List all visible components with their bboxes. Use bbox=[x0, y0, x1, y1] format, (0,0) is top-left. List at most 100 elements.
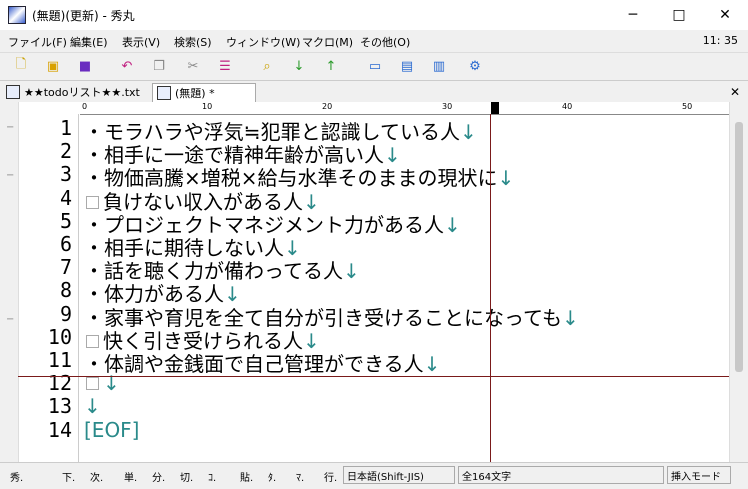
fold-gutter: − − − bbox=[0, 102, 19, 462]
document-icon bbox=[157, 86, 171, 100]
newline-marker: ↓ bbox=[343, 259, 360, 284]
newline-marker: ↓ bbox=[459, 120, 477, 144]
full-width-space-marker bbox=[86, 377, 99, 391]
title-bar: (無題)(更新) - 秀丸 ─ □ ✕ bbox=[0, 0, 748, 30]
status-bar: 秀. 下. 次. 単. 分. 切. ｺ. 貼. ﾀ. ﾏ. 行. 日本語(Shi… bbox=[0, 462, 748, 489]
line-number: 10 bbox=[47, 324, 72, 349]
line-number: 2 bbox=[59, 139, 72, 164]
status-btn-line[interactable]: 行. bbox=[324, 469, 337, 484]
line-number: 12 bbox=[47, 371, 72, 396]
line-number: 1 bbox=[59, 116, 72, 140]
ruler-tick: 0 bbox=[82, 102, 88, 111]
maximize-button[interactable]: □ bbox=[656, 0, 702, 30]
copy-icon[interactable]: ❐ bbox=[150, 57, 168, 75]
encoding-indicator[interactable]: 日本語(Shift-JIS) bbox=[343, 466, 455, 484]
full-width-space-marker bbox=[86, 195, 99, 209]
open-folder-icon[interactable]: ▣ bbox=[44, 57, 62, 75]
close-button[interactable]: ✕ bbox=[702, 0, 748, 30]
ruler-tick: 20 bbox=[322, 102, 333, 111]
close-tab-icon[interactable]: ✕ bbox=[730, 85, 740, 99]
hidemaru-app-icon[interactable] bbox=[8, 6, 26, 24]
line-number: 13 bbox=[47, 394, 72, 419]
toolbar: 🗋 ▣ ■ ↶ ❐ ✂ ☰ ⌕ ↓ ↑ ▭ ▤ ▥ ⚙ bbox=[0, 52, 748, 79]
newline-marker: ↓ bbox=[497, 166, 515, 191]
save-icon[interactable]: ■ bbox=[76, 57, 94, 75]
text-line[interactable]: [EOF] bbox=[84, 418, 140, 442]
ruler-tick: 50 bbox=[682, 102, 693, 111]
cursor-column-guide bbox=[490, 114, 491, 462]
ruler-tick: 30 bbox=[442, 102, 453, 111]
newline-marker: ↓ bbox=[444, 212, 461, 237]
menu-other[interactable]: その他(O) bbox=[360, 34, 410, 50]
paste-icon[interactable]: ☰ bbox=[216, 57, 234, 75]
menu-file[interactable]: ファイル(F) bbox=[8, 34, 67, 50]
newline-marker: ↓ bbox=[423, 352, 441, 376]
status-btn-hide[interactable]: 秀. bbox=[10, 469, 23, 484]
text-line[interactable]: ↓ bbox=[84, 394, 101, 418]
text-line[interactable]: ↓ bbox=[84, 371, 120, 395]
scrollbar-thumb[interactable] bbox=[735, 122, 743, 372]
newline-marker: ↓ bbox=[562, 305, 579, 330]
window-title: (無題)(更新) - 秀丸 bbox=[32, 9, 135, 23]
char-count: 全164文字 bbox=[458, 466, 664, 484]
line-number: 6 bbox=[59, 232, 72, 256]
status-btn-next[interactable]: 次. bbox=[90, 469, 103, 484]
menu-edit[interactable]: 編集(E) bbox=[70, 34, 108, 50]
status-btn-copy[interactable]: ｺ. bbox=[208, 469, 216, 484]
editor-area[interactable]: − − − 0 10 20 30 40 50 1 ・モラハラや浮気≒犯罪と認識して… bbox=[0, 102, 748, 462]
fold-marker-icon[interactable]: − bbox=[6, 314, 14, 325]
new-file-icon[interactable]: 🗋 bbox=[12, 57, 30, 75]
minimize-button[interactable]: ─ bbox=[610, 0, 656, 30]
status-btn-macro[interactable]: ﾏ. bbox=[296, 469, 304, 484]
fold-marker-icon[interactable]: − bbox=[6, 122, 14, 133]
menu-bar: ファイル(F) 編集(E) 表示(V) 検索(S) ウィンドウ(W) マクロ(M… bbox=[0, 30, 748, 52]
find-icon[interactable]: ⌕ bbox=[258, 57, 276, 75]
line-number: 9 bbox=[59, 301, 72, 326]
line-number: 5 bbox=[59, 208, 72, 233]
cut-icon[interactable]: ✂ bbox=[184, 57, 202, 75]
ruler-tick: 10 bbox=[202, 102, 213, 111]
split-v-icon[interactable]: ▥ bbox=[430, 57, 448, 75]
line-number: 4 bbox=[59, 185, 72, 210]
text-line[interactable]: ・体調や金銭面で自己管理ができる人↓ bbox=[84, 348, 440, 377]
newline-marker: ↓ bbox=[103, 371, 120, 396]
menu-search[interactable]: 検索(S) bbox=[174, 34, 212, 50]
insert-mode-indicator[interactable]: 挿入モード bbox=[667, 466, 731, 484]
tab-bar: ★★todoリスト★★.txt (無題) * ✕ bbox=[0, 80, 748, 103]
fold-marker-icon[interactable]: − bbox=[6, 170, 14, 181]
line-number-separator bbox=[78, 114, 79, 462]
full-width-space-marker bbox=[86, 334, 99, 348]
undo-icon[interactable]: ↶ bbox=[118, 57, 136, 75]
column-ruler: 0 10 20 30 40 50 bbox=[80, 102, 730, 115]
tab-label: ★★todoリスト★★.txt bbox=[24, 86, 140, 99]
status-btn-tag[interactable]: ﾀ. bbox=[268, 469, 276, 484]
status-btn-down[interactable]: 下. bbox=[62, 469, 75, 484]
vertical-scrollbar[interactable] bbox=[729, 102, 748, 462]
tab-label: (無題) * bbox=[175, 87, 215, 100]
line-number: 8 bbox=[59, 278, 72, 303]
status-btn-paste[interactable]: 貼. bbox=[240, 469, 253, 484]
document-icon bbox=[6, 85, 20, 99]
line-text: [EOF] bbox=[84, 417, 140, 442]
cursor-line-guide bbox=[18, 376, 730, 377]
menu-window[interactable]: ウィンドウ(W) bbox=[226, 34, 300, 50]
clock: 11: 35 bbox=[702, 34, 738, 47]
window-icon[interactable]: ▭ bbox=[366, 57, 384, 75]
ruler-tick: 40 bbox=[562, 102, 573, 111]
tab-todo-list[interactable]: ★★todoリスト★★.txt bbox=[2, 83, 170, 101]
status-btn-cut[interactable]: 切. bbox=[180, 469, 193, 484]
line-number: 7 bbox=[59, 255, 72, 280]
newline-marker: ↓ bbox=[84, 394, 101, 419]
tab-untitled[interactable]: (無題) * bbox=[152, 83, 256, 102]
line-number: 11 bbox=[47, 348, 72, 372]
find-down-icon[interactable]: ↓ bbox=[290, 57, 308, 75]
status-btn-word[interactable]: 単. bbox=[124, 469, 137, 484]
line-number: 3 bbox=[59, 162, 72, 187]
find-up-icon[interactable]: ↑ bbox=[322, 57, 340, 75]
settings-icon[interactable]: ⚙ bbox=[466, 57, 484, 75]
line-text: ・体調や金銭面で自己管理ができる人 bbox=[84, 352, 424, 376]
menu-view[interactable]: 表示(V) bbox=[122, 34, 160, 50]
split-h-icon[interactable]: ▤ bbox=[398, 57, 416, 75]
menu-macro[interactable]: マクロ(M) bbox=[302, 34, 353, 50]
status-btn-split[interactable]: 分. bbox=[152, 469, 165, 484]
